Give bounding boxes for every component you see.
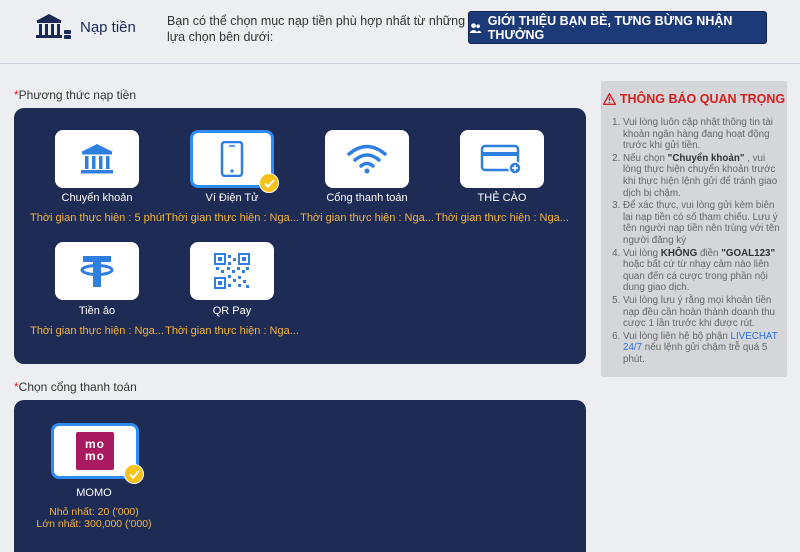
payment-gateway-panel: mo mo MOMO Nhỏ nhất: 20 ('000) Lớn nhất:…: [14, 400, 586, 552]
method-time: Thời gian thực hiện : 5 phút: [30, 212, 164, 224]
method-e-wallet[interactable]: [190, 130, 279, 193]
list-item: Nếu chọn "Chuyển khoản" , vui lòng thực …: [623, 153, 781, 199]
momo-logo: mo mo: [76, 432, 114, 470]
method-qr-pay[interactable]: [190, 242, 274, 300]
method-label: THẺ CÀO: [477, 192, 527, 204]
method-payment-gateway[interactable]: [325, 130, 409, 188]
page-header: Nạp tiền Bạn có thể chọn mục nạp tiền ph…: [0, 0, 800, 64]
list-item: Vui lòng lưu ý rằng mọi khoản tiền nạp đ…: [623, 295, 781, 330]
warning-icon: [602, 93, 616, 105]
smartphone-icon: [220, 141, 244, 177]
method-label: Tiền ảo: [78, 305, 116, 317]
method-label: Chuyển khoản: [61, 192, 133, 204]
method-label: Ví Điện Tử: [205, 192, 259, 204]
list-item: Vui lòng luôn cập nhật thông tin tài kho…: [623, 117, 781, 152]
referral-button-label: GIỚI THIỆU BẠN BÈ, TƯNG BỪNG NHẬN THƯỞNG: [487, 13, 733, 42]
wifi-icon: [347, 144, 387, 174]
gateway-section-label: *Chọn cổng thanh toán: [14, 380, 137, 394]
gateway-min-limit: Nhỏ nhất: 20 ('000): [49, 506, 139, 518]
bank-icon: [81, 144, 113, 174]
method-scratch-card[interactable]: [460, 130, 544, 188]
payment-methods-panel: Chuyển khoản Thời gian thực hiện : 5 phú…: [14, 108, 586, 364]
method-time: Thời gian thực hiện : Nga...: [435, 212, 569, 224]
list-item: Vui lòng liên hệ bộ phận LIVECHAT 24/7 n…: [623, 331, 781, 366]
page-title: Nạp tiền: [80, 19, 136, 36]
method-bank-transfer[interactable]: [55, 130, 139, 188]
users-icon: [469, 22, 482, 33]
notice-title: THÔNG BÁO QUAN TRỌNG: [601, 92, 787, 106]
method-crypto[interactable]: [55, 242, 139, 300]
method-time: Thời gian thực hiện : Nga...: [300, 212, 434, 224]
method-label: Cổng thanh toán: [326, 192, 408, 204]
method-time: Thời gian thực hiện : Nga...: [165, 325, 299, 337]
list-item: Để xác thực, vui lòng gửi kèm biên lai n…: [623, 200, 781, 246]
important-notice-panel: THÔNG BÁO QUAN TRỌNG Vui lòng luôn cập n…: [601, 81, 787, 377]
tether-icon: [80, 256, 114, 287]
page-description: Bạn có thể chọn mục nạp tiền phù hợp nhấ…: [167, 14, 466, 44]
gateway-max-limit: Lớn nhất: 300,000 ('000): [36, 518, 152, 530]
referral-button[interactable]: GIỚI THIỆU BẠN BÈ, TƯNG BỪNG NHẬN THƯỞNG: [468, 11, 767, 44]
methods-section-label: *Phương thức nạp tiền: [14, 88, 137, 102]
qr-code-icon: [214, 253, 250, 289]
selected-check-icon: [124, 464, 144, 484]
list-item: Vui lòng KHÔNG điền "GOAL123" hoặc bất c…: [623, 248, 781, 294]
notice-list: Vui lòng luôn cập nhật thông tin tài kho…: [613, 117, 781, 366]
method-label: QR Pay: [212, 305, 252, 317]
method-time: Thời gian thực hiện : Nga...: [30, 325, 164, 337]
gateway-label: MOMO: [76, 487, 112, 499]
card-icon: [480, 144, 522, 175]
gateway-momo[interactable]: mo mo: [51, 423, 144, 484]
selected-check-icon: [259, 173, 279, 193]
bank-icon: [36, 14, 71, 39]
method-time: Thời gian thực hiện : Nga...: [165, 212, 299, 224]
